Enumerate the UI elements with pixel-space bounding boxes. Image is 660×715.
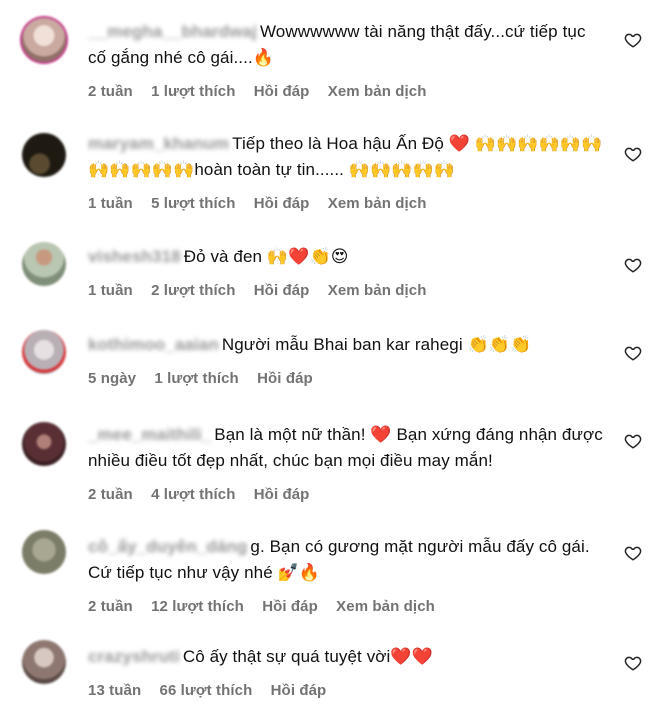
comment-meta: 1 tuần 5 lượt thích Hồi đáp Xem bản dịch [88, 191, 608, 217]
comment-meta: 5 ngày 1 lượt thích Hồi đáp [88, 366, 608, 392]
translate-button[interactable]: Xem bản dịch [328, 282, 427, 299]
reply-button[interactable]: Hồi đáp [262, 598, 318, 615]
comment-meta: 2 tuần 1 lượt thích Hồi đáp Xem bản dịch [88, 79, 608, 105]
comment-meta: 2 tuần 4 lượt thích Hồi đáp [88, 482, 608, 508]
username[interactable]: __megha__bhardwaj [88, 19, 257, 45]
like-count[interactable]: 1 lượt thích [151, 83, 235, 100]
like-heart-icon[interactable] [624, 344, 642, 362]
like-count[interactable]: 66 lượt thích [160, 682, 253, 699]
username[interactable]: cô_ấy_duyên_dáng [88, 534, 247, 560]
comment-time[interactable]: 5 ngày [88, 370, 136, 387]
reply-button[interactable]: Hồi đáp [254, 83, 310, 100]
avatar[interactable] [22, 530, 66, 574]
like-count[interactable]: 1 lượt thích [154, 370, 238, 387]
comment-time[interactable]: 2 tuần [88, 486, 133, 503]
comment-text: Người mẫu Bhai ban kar rahegi 👏👏👏 [221, 335, 532, 354]
reply-button[interactable]: Hồi đáp [254, 282, 310, 299]
comment-list: __megha__bhardwaj Wowwwwww tài năng thật … [0, 0, 660, 715]
comment-body: kothimoo_aaian Người mẫu Bhai ban kar rah… [88, 332, 608, 392]
like-heart-icon[interactable] [624, 31, 642, 49]
username[interactable]: vishesh318 [88, 244, 181, 270]
username[interactable]: kothimoo_aaian [88, 332, 219, 358]
like-heart-icon[interactable] [624, 256, 642, 274]
comment-body: cô_ấy_duyên_dáng g. Bạn có gương mặt ngườ… [88, 534, 608, 620]
like-heart-icon[interactable] [624, 145, 642, 163]
comment-meta: 1 tuần 2 lượt thích Hồi đáp Xem bản dịch [88, 278, 608, 304]
comment-time[interactable]: 1 tuần [88, 195, 133, 212]
comment-text: Đỏ và đen 🙌❤️👏😍 [183, 247, 349, 266]
like-heart-icon[interactable] [624, 654, 642, 672]
avatar[interactable] [22, 640, 66, 684]
comment-time[interactable]: 13 tuần [88, 682, 141, 699]
like-count[interactable]: 4 lượt thích [151, 486, 235, 503]
avatar[interactable] [22, 422, 66, 466]
comment-meta: 13 tuần 66 lượt thích Hồi đáp [88, 678, 608, 704]
comment-time[interactable]: 2 tuần [88, 598, 133, 615]
translate-button[interactable]: Xem bản dịch [336, 598, 435, 615]
reply-button[interactable]: Hồi đáp [271, 682, 327, 699]
reply-button[interactable]: Hồi đáp [257, 370, 313, 387]
comment-body: vishesh318 Đỏ và đen 🙌❤️👏😍 1 tuần 2 lượt … [88, 244, 608, 304]
reply-button[interactable]: Hồi đáp [254, 486, 310, 503]
comment-body: __megha__bhardwaj Wowwwwww tài năng thật … [88, 19, 608, 105]
username[interactable]: _mee_maithili_ [88, 422, 211, 448]
avatar[interactable] [22, 330, 66, 374]
avatar[interactable] [22, 242, 66, 286]
comment-meta: 2 tuần 12 lượt thích Hồi đáp Xem bản dịc… [88, 594, 608, 620]
avatar[interactable] [22, 133, 66, 177]
username[interactable]: crazyshruti [88, 644, 180, 670]
reply-button[interactable]: Hồi đáp [254, 195, 310, 212]
like-heart-icon[interactable] [624, 432, 642, 450]
avatar[interactable] [22, 18, 66, 62]
comment-body: maryam_khanum Tiếp theo là Hoa hậu Ấn Độ … [88, 131, 608, 217]
like-count[interactable]: 5 lượt thích [151, 195, 235, 212]
comment-time[interactable]: 1 tuần [88, 282, 133, 299]
comment-body: _mee_maithili_ Bạn là một nữ thần! ❤️ Bạn… [88, 422, 608, 508]
like-count[interactable]: 2 lượt thích [151, 282, 235, 299]
translate-button[interactable]: Xem bản dịch [328, 195, 427, 212]
comment-time[interactable]: 2 tuần [88, 83, 133, 100]
translate-button[interactable]: Xem bản dịch [328, 83, 427, 100]
like-count[interactable]: 12 lượt thích [151, 598, 244, 615]
comment-body: crazyshruti Cô ấy thật sự quá tuyệt vời❤️… [88, 644, 608, 704]
username[interactable]: maryam_khanum [88, 131, 229, 157]
like-heart-icon[interactable] [624, 544, 642, 562]
comment-text: Cô ấy thật sự quá tuyệt vời❤️❤️ [182, 647, 433, 666]
